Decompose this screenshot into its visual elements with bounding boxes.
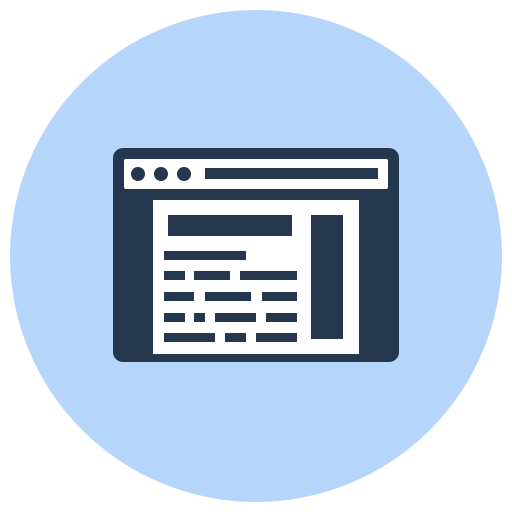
text-line-segment [266,313,297,322]
browser-page-svg [10,10,502,502]
browser-page-illustration [0,0,512,512]
page-headline-block [168,215,292,236]
text-line-segment [256,333,297,342]
text-line-segment [225,333,246,342]
text-line-segment [164,313,185,322]
address-bar [205,168,378,179]
window-dot-3-icon [177,167,191,181]
text-line-segment [240,271,297,280]
text-line-segment [164,271,185,280]
text-line-segment [194,313,205,322]
browser-window-icon [113,148,399,362]
text-line-segment [262,292,297,301]
text-line-segment [164,333,215,342]
text-line-segment [164,292,194,301]
text-line-segment [194,271,230,280]
text-line-segment [205,292,251,301]
text-line-1 [164,251,246,260]
page-sidebar-block [311,215,343,339]
text-line-segment [215,313,256,322]
window-dot-1-icon [131,167,145,181]
window-dot-2-icon [154,167,168,181]
